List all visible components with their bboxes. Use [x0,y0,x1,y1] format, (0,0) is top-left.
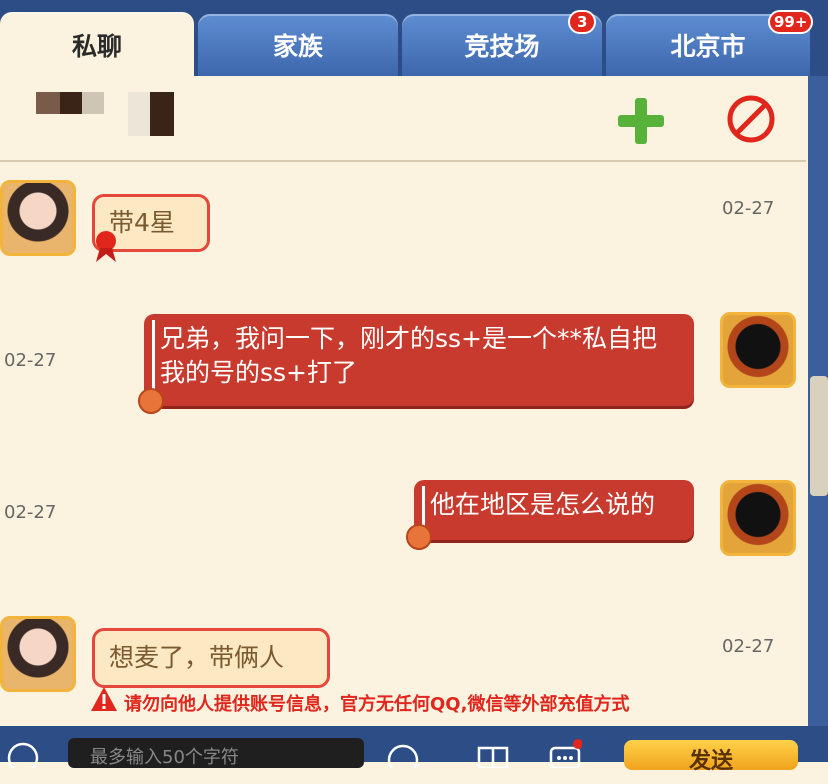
scrollbar[interactable] [808,76,828,726]
message-time: 02-27 [4,502,57,523]
scrollbar-thumb[interactable] [810,376,828,496]
more-chat-icon[interactable] [548,738,582,768]
plus-icon[interactable] [618,98,664,144]
avatar[interactable] [720,480,796,556]
warning-text: 请勿向他人提供账号信息，官方无任何QQ,微信等外部充值方式 [124,694,630,715]
tab-family[interactable]: 家族 [198,14,398,76]
avatar[interactable] [0,180,76,256]
message-bubble: 兄弟，我问一下，刚才的ss+是一个**私自把我的号的ss+打了 [144,314,694,406]
voice-icon[interactable] [6,738,40,768]
gift-icon[interactable] [476,738,510,768]
tab-label: 私聊 [71,32,122,61]
message-time: 02-27 [722,636,775,657]
basketball-icon [406,524,432,550]
prohibit-icon[interactable] [726,94,776,144]
city-badge: 99+ [768,10,814,34]
message-time: 02-27 [4,350,57,371]
message-bubble: 想麦了，带俩人 [92,628,330,688]
tab-label: 家族 [272,32,323,61]
message-input[interactable]: 最多输入50个字符 [68,738,364,768]
send-button[interactable]: 发送 [624,740,798,774]
tab-label: 竞技场 [464,32,540,61]
message-bubble: 他在地区是怎么说的 [414,480,694,540]
divider [0,160,806,162]
input-placeholder: 最多输入50个字符 [90,747,239,768]
message-time: 02-27 [722,198,775,219]
message-text: 兄弟，我问一下，刚才的ss+是一个**私自把我的号的ss+打了 [160,324,657,387]
emoji-icon[interactable] [386,738,420,768]
message-text: 想麦了，带俩人 [109,643,285,672]
avatar[interactable] [0,616,76,692]
avatar[interactable] [720,312,796,388]
tab-bar: 私聊 家族 竞技场 北京市 3 99+ [0,0,828,78]
tab-label: 北京市 [670,32,746,61]
basketball-icon [138,388,164,414]
arena-badge: 3 [568,10,597,34]
warning-icon [91,687,117,711]
rose-icon [96,231,116,262]
tab-private-chat[interactable]: 私聊 [0,12,194,78]
message-text: 他在地区是怎么说的 [430,490,656,519]
